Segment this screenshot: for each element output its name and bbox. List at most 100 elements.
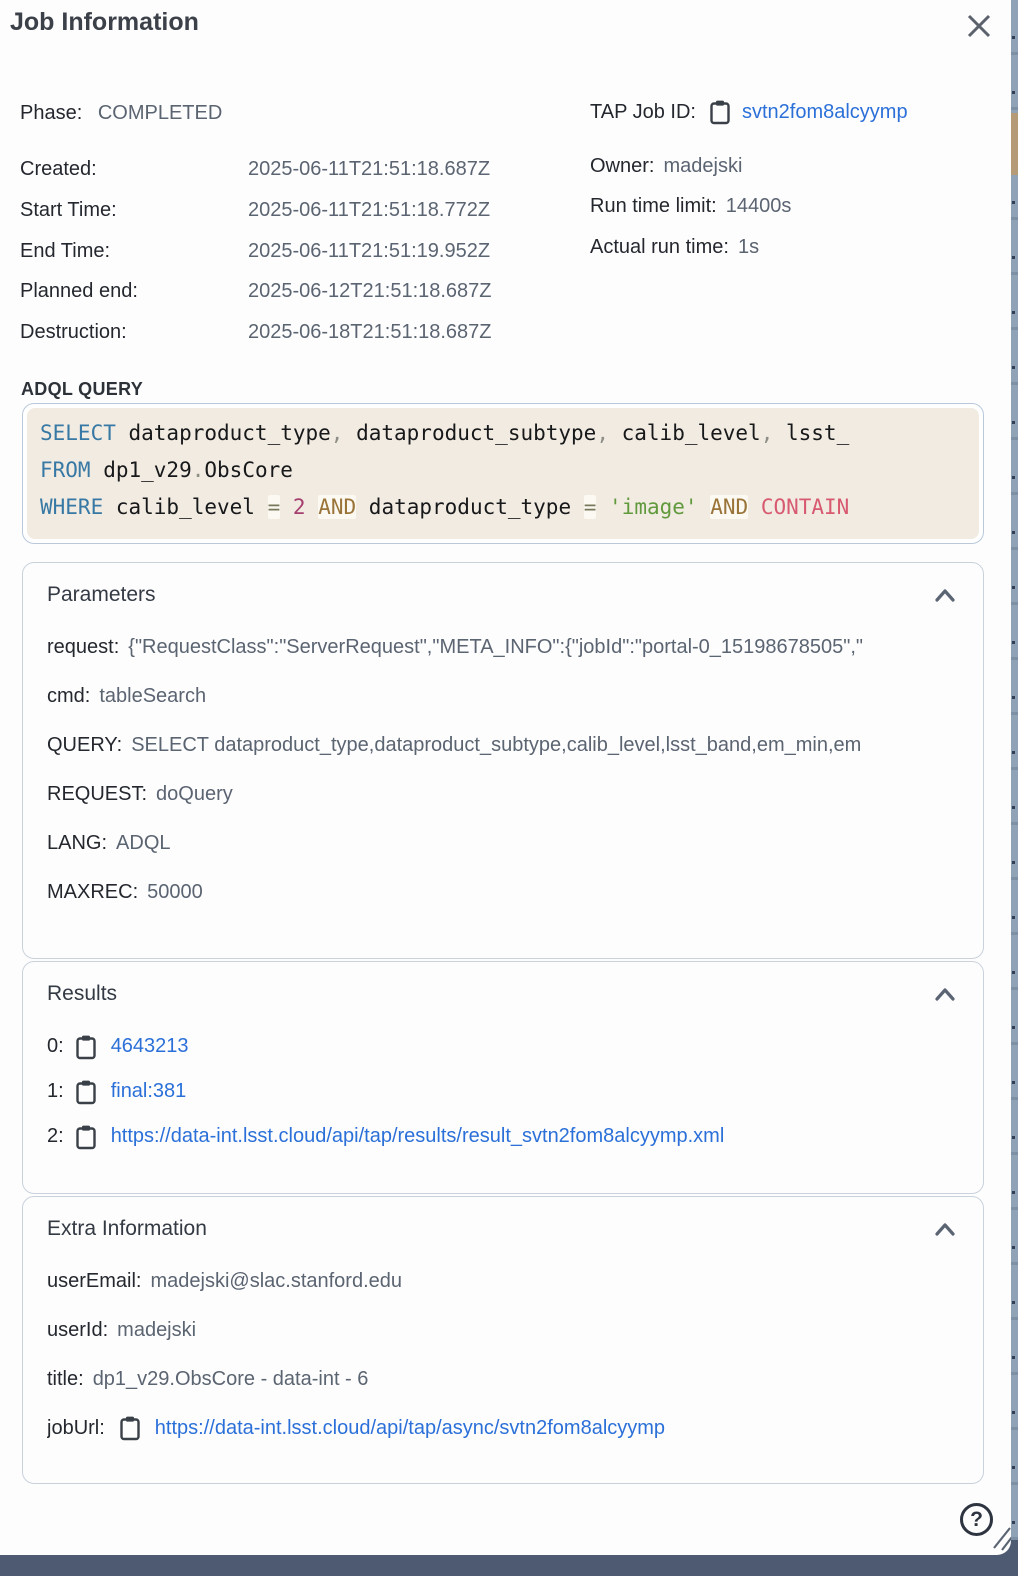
clipboard-copy-button[interactable]: [74, 1034, 98, 1060]
code-line: WHERE calib_level = 2 AND dataproduct_ty…: [40, 489, 966, 526]
extra-link[interactable]: https://data-int.lsst.cloud/api/tap/asyn…: [155, 1415, 665, 1441]
clipboard-copy-button[interactable]: [74, 1079, 98, 1105]
extra-collapse-button[interactable]: [933, 1220, 957, 1238]
question-mark-icon: ?: [970, 1508, 983, 1532]
job-information-dialog: Job Information Phase: COMPLETED TAP Job…: [0, 0, 1011, 1555]
result-index: 1:: [47, 1078, 64, 1105]
owner-info: Owner:madejskiRun time limit: 14400s Actua…: [590, 155, 791, 276]
extra-value: dp1_v29.ObsCore - data-int - 6: [93, 1366, 369, 1392]
result-index: 2:: [47, 1123, 64, 1150]
code-token: [306, 495, 319, 519]
code-token: =: [268, 495, 281, 519]
code-token: ,: [331, 421, 344, 445]
time-label: End Time:: [20, 240, 248, 263]
extra-value: madejski@slac.stanford.edu: [150, 1268, 402, 1294]
result-link[interactable]: https://data-int.lsst.cloud/api/tap/resu…: [111, 1123, 725, 1150]
time-label: Created:: [20, 158, 248, 181]
help-button[interactable]: ?: [960, 1503, 993, 1536]
parameters-section: Parameters request:{"RequestClass":"Serv…: [22, 562, 984, 959]
parameter-value: ADQL: [116, 832, 170, 854]
adql-query-heading: ADQL QUERY: [21, 379, 143, 400]
chevron-up-icon: [933, 985, 957, 1003]
times-table: Created:2025-06-11T21:51:18.687ZStart Ti…: [20, 158, 560, 362]
code-token: ,: [596, 421, 609, 445]
clipboard-icon: [74, 1079, 98, 1105]
extra-label: title:: [47, 1366, 84, 1392]
code-token: =: [584, 495, 597, 519]
code-token: CONTAIN: [761, 495, 850, 519]
code-token: lsst_: [773, 421, 849, 445]
close-icon: [964, 11, 994, 41]
tap-job-id-link[interactable]: svtn2fom8alcyymp: [742, 101, 908, 124]
parameters-collapse-button[interactable]: [933, 586, 957, 604]
owner-value: 14400s: [726, 195, 792, 217]
chevron-up-icon: [933, 1220, 957, 1238]
clipboard-icon: [708, 99, 732, 125]
parameter-value: tableSearch: [99, 685, 206, 707]
clipboard-icon: [74, 1034, 98, 1060]
code-token: SELECT: [40, 421, 116, 445]
close-button[interactable]: [964, 11, 994, 41]
extra-information-title: Extra Information: [47, 1217, 207, 1241]
code-token: FROM: [40, 458, 91, 482]
code-token: dp1_v29: [91, 458, 192, 482]
clipboard-icon: [118, 1415, 142, 1441]
extra-label: userId:: [47, 1317, 108, 1343]
phase-row: Phase: COMPLETED: [20, 102, 222, 125]
chevron-up-icon: [933, 586, 957, 604]
results-title: Results: [47, 982, 117, 1006]
code-token: dataproduct_type: [116, 421, 331, 445]
parameter-row: QUERY:SELECT dataproduct_type,dataproduc…: [47, 732, 959, 758]
extra-row: userEmail:madejski@slac.stanford.edu: [47, 1268, 959, 1294]
result-row: 2: https://data-int.lsst.cloud/api/tap/re…: [47, 1123, 959, 1150]
results-rows: 0: 4643213 1: final:381 2: https://data-int.l…: [23, 1006, 983, 1150]
tap-job-id-label: TAP Job ID:: [590, 101, 696, 124]
dialog-title: Job Information: [10, 8, 199, 37]
time-value: 2025-06-11T21:51:18.687Z: [248, 158, 490, 181]
extra-row: userId:madejski: [47, 1317, 959, 1343]
parameter-value: 50000: [147, 881, 203, 903]
owner-row: Run time limit: 14400s: [590, 195, 791, 235]
result-link[interactable]: 4643213: [111, 1033, 189, 1060]
parameter-label: LANG:: [47, 832, 107, 854]
code-token: AND: [318, 495, 356, 519]
parameters-rows: request:{"RequestClass":"ServerRequest",…: [23, 607, 983, 905]
code-line: FROM dp1_v29.ObsCore: [40, 452, 966, 489]
time-row: Start Time:2025-06-11T21:51:18.772Z: [20, 199, 560, 240]
code-token: [596, 495, 609, 519]
owner-label: Run time limit:: [590, 195, 717, 217]
results-collapse-button[interactable]: [933, 985, 957, 1003]
time-row: Planned end:2025-06-12T21:51:18.687Z: [20, 280, 560, 321]
time-row: Destruction:2025-06-18T21:51:18.687Z: [20, 321, 560, 362]
code-token: dataproduct_subtype: [343, 421, 596, 445]
code-token: calib_level: [609, 421, 761, 445]
result-index: 0:: [47, 1033, 64, 1060]
clipboard-copy-button[interactable]: [118, 1415, 142, 1441]
parameter-label: REQUEST:: [47, 783, 147, 805]
owner-label: Actual run time:: [590, 236, 729, 258]
parameter-label: MAXREC:: [47, 881, 138, 903]
code-token: ,: [761, 421, 774, 445]
time-value: 2025-06-18T21:51:18.687Z: [248, 321, 492, 344]
result-link[interactable]: final:381: [111, 1078, 187, 1105]
results-header: Results: [23, 962, 983, 1006]
extra-row: title: dp1_v29.ObsCore - data-int - 6: [47, 1366, 959, 1392]
extra-label: jobUrl:: [47, 1415, 105, 1441]
code-token: dataproduct_type: [356, 495, 584, 519]
code-token: 'image': [609, 495, 698, 519]
extra-information-section: Extra Information userEmail:madejski@sla…: [22, 1196, 984, 1484]
code-line: SELECT dataproduct_type, dataproduct_sub…: [40, 415, 966, 452]
parameter-row: request:{"RequestClass":"ServerRequest",…: [47, 634, 959, 660]
code-token: WHERE: [40, 495, 103, 519]
extra-information-header: Extra Information: [23, 1197, 983, 1241]
tap-job-id-row: TAP Job ID: svtn2fom8alcyymp: [590, 99, 908, 125]
parameter-row: LANG: ADQL: [47, 830, 959, 856]
parameter-value: {"RequestClass":"ServerRequest","META_IN…: [128, 636, 863, 658]
code-token: [748, 495, 761, 519]
owner-row: Owner:madejski: [590, 155, 791, 195]
time-label: Start Time:: [20, 199, 248, 222]
clipboard-copy-button[interactable]: [708, 99, 732, 125]
code-token: [280, 495, 293, 519]
clipboard-copy-button[interactable]: [74, 1124, 98, 1150]
time-label: Planned end:: [20, 280, 248, 303]
